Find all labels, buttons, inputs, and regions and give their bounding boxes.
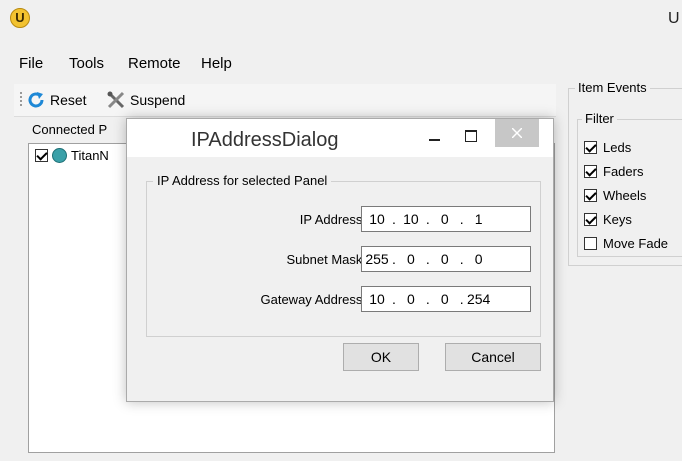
gateway-address-label: Gateway Address: [260,292,367,307]
gateway-octet[interactable]: 10 [362,291,392,307]
ip-address-dialog: IPAddressDialog IP Address for selected … [126,118,554,402]
filter-wheels-checkbox[interactable] [584,189,597,202]
suspend-label: Suspend [130,92,186,108]
close-button[interactable] [495,119,539,147]
item-events-group: Item Events Filter Leds Faders Wheels Ke… [568,80,682,266]
reset-button[interactable]: Reset [26,89,87,111]
ip-octet[interactable]: 10 [396,211,426,227]
close-icon [512,128,522,138]
filter-leds[interactable]: Leds [584,140,631,155]
subnet-octet[interactable]: 0 [430,251,460,267]
subnet-octet[interactable]: 0 [464,251,494,267]
menu-bar: File Tools Remote Help [0,38,682,84]
ip-octet[interactable]: 0 [430,211,460,227]
dialog-title-bar[interactable]: IPAddressDialog [127,119,553,157]
ip-octet[interactable]: 1 [464,211,494,227]
subnet-mask-field[interactable]: 255. 0. 0. 0 [361,246,531,272]
filter-faders[interactable]: Faders [584,164,643,179]
filter-title: Filter [582,111,617,126]
panel-globe-icon [52,148,67,163]
ip-address-label: IP Address: [299,212,366,227]
menu-file[interactable]: File [19,55,43,72]
gateway-octet[interactable]: 254 [464,291,494,307]
cancel-button[interactable]: Cancel [445,343,541,371]
refresh-icon [28,92,44,108]
ip-group-title: IP Address for selected Panel [153,173,332,188]
gateway-octet[interactable]: 0 [396,291,426,307]
suspend-button[interactable]: Suspend [106,89,185,111]
ok-button[interactable]: OK [343,343,419,371]
ip-address-group: IP Address for selected Panel IP Address… [146,173,541,337]
reset-label: Reset [50,92,87,108]
ip-address-field[interactable]: 10. 10. 0. 1 [361,206,531,232]
filter-faders-checkbox[interactable] [584,165,597,178]
app-logo-icon [10,8,30,28]
subnet-octet[interactable]: 255 [362,251,392,267]
filter-move-fader[interactable]: Move Fade [584,236,668,251]
filter-wheels[interactable]: Wheels [584,188,646,203]
item-events-title: Item Events [575,80,650,95]
maximize-icon[interactable] [457,122,485,150]
dialog-title: IPAddressDialog [191,129,339,151]
menu-remote[interactable]: Remote [128,55,181,72]
title-bar: U [0,0,682,38]
filter-leds-checkbox[interactable] [584,141,597,154]
subnet-mask-label: Subnet Mask: [286,252,367,267]
filter-leds-label: Leds [603,140,632,155]
filter-group: Filter Leds Faders Wheels Keys Move Fade [577,111,682,257]
filter-wheels-label: Wheels [603,188,647,203]
tree-item[interactable]: TitanN [35,148,109,163]
tree-item-checkbox[interactable] [35,149,48,162]
wrench-screwdriver-icon [107,91,125,109]
filter-move-fader-checkbox[interactable] [584,237,597,250]
filter-move-fader-label: Move Fade [603,236,669,251]
window-title: U [668,10,680,27]
filter-keys[interactable]: Keys [584,212,632,227]
menu-help[interactable]: Help [201,55,232,72]
menu-tools[interactable]: Tools [69,55,104,72]
subnet-octet[interactable]: 0 [396,251,426,267]
filter-keys-checkbox[interactable] [584,213,597,226]
tree-item-label: TitanN [71,148,109,163]
filter-keys-label: Keys [603,212,632,227]
gateway-octet[interactable]: 0 [430,291,460,307]
toolbar-grip[interactable] [20,92,22,108]
minimize-icon[interactable] [421,122,449,150]
connected-panels-label: Connected P [32,122,108,137]
gateway-address-field[interactable]: 10. 0. 0. 254 [361,286,531,312]
toolbar: Reset Suspend [14,84,556,117]
ip-octet[interactable]: 10 [362,211,392,227]
filter-faders-label: Faders [603,164,644,179]
